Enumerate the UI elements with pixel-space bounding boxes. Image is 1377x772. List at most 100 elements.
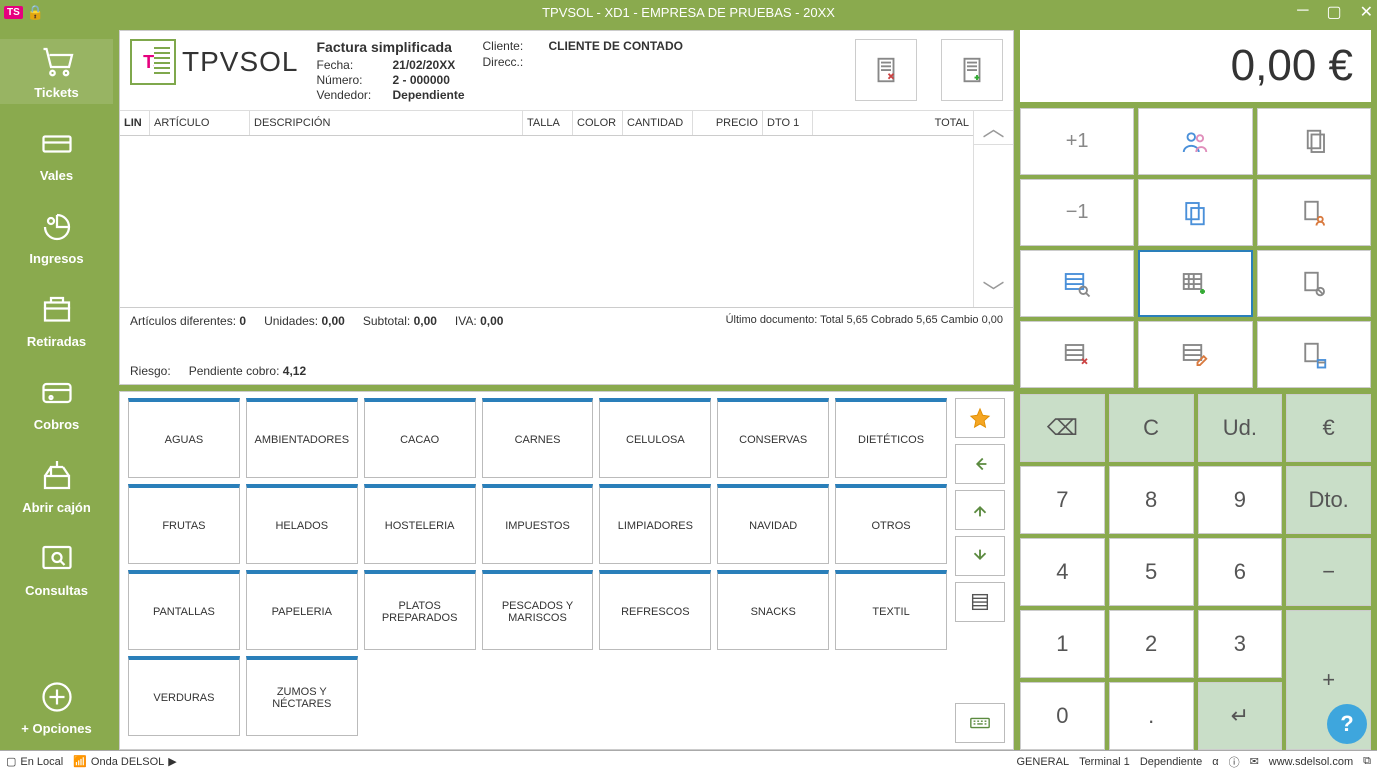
key-2[interactable]: 2	[1109, 610, 1194, 678]
titlebar: TS 🔒 TPVSOL - XD1 - EMPRESA DE PRUEBAS -…	[0, 0, 1377, 24]
category-tile[interactable]: IMPUESTOS	[482, 484, 594, 564]
categories-panel: AGUASAMBIENTADORESCACAOCARNESCELULOSACON…	[119, 391, 1014, 750]
key-7[interactable]: 7	[1020, 466, 1105, 534]
category-tile[interactable]: AGUAS	[128, 398, 240, 478]
category-tile[interactable]: FRUTAS	[128, 484, 240, 564]
maximize-button[interactable]: ▢	[1326, 2, 1341, 22]
category-tile[interactable]: SNACKS	[717, 570, 829, 650]
key-minus[interactable]: −	[1286, 538, 1371, 606]
statusbar: ▢ En Local 📶 Onda DELSOL ▶ GENERAL Termi…	[0, 750, 1377, 772]
alpha-icon[interactable]: α	[1212, 756, 1218, 768]
key-clear[interactable]: C	[1109, 394, 1194, 462]
category-tile[interactable]: PLATOS PREPARADOS	[364, 570, 476, 650]
category-tile[interactable]: ZUMOS Y NÉCTARES	[246, 656, 358, 736]
col-dto: DTO 1	[763, 111, 813, 135]
col-color: COLOR	[573, 111, 623, 135]
key-1[interactable]: 1	[1020, 610, 1105, 678]
key-3[interactable]: 3	[1198, 610, 1283, 678]
value-fecha: 21/02/20XX	[392, 58, 464, 72]
external-icon[interactable]: ⧉	[1363, 755, 1371, 768]
category-tile[interactable]: PANTALLAS	[128, 570, 240, 650]
customer-button[interactable]	[1138, 108, 1252, 175]
category-tile[interactable]: CONSERVAS	[717, 398, 829, 478]
sidebar-item-vales[interactable]: Vales	[0, 122, 113, 187]
category-tile[interactable]: PAPELERIA	[246, 570, 358, 650]
key-euro[interactable]: €	[1286, 394, 1371, 462]
status-url[interactable]: www.sdelsol.com	[1269, 756, 1353, 768]
sidebar-label: Abrir cajón	[22, 500, 91, 515]
status-onda[interactable]: 📶 Onda DELSOL ▶	[73, 755, 177, 768]
col-descripcion: DESCRIPCIÓN	[250, 111, 523, 135]
sidebar-item-consultas[interactable]: Consultas	[0, 537, 113, 602]
category-tile[interactable]: VERDURAS	[128, 656, 240, 736]
mail-icon[interactable]: ✉	[1250, 755, 1259, 768]
category-tile[interactable]: CELULOSA	[599, 398, 711, 478]
sidebar-item-tickets[interactable]: Tickets	[0, 39, 113, 104]
category-tile[interactable]: OTROS	[835, 484, 947, 564]
nav-up-button[interactable]	[955, 490, 1005, 530]
qty-minus-button[interactable]: −1	[1020, 179, 1134, 246]
new-ticket-button[interactable]	[941, 39, 1003, 101]
key-0[interactable]: 0	[1020, 682, 1105, 750]
ticket-panel: Ts TPVSOL Factura simplificada Fecha:21/…	[119, 30, 1014, 385]
category-tile[interactable]: LIMPIADORES	[599, 484, 711, 564]
key-backspace[interactable]: ⌫	[1020, 394, 1105, 462]
receipt-user-button[interactable]	[1257, 179, 1371, 246]
block-receipt-button[interactable]	[1257, 250, 1371, 317]
value-art-dif: 0	[239, 314, 246, 328]
key-4[interactable]: 4	[1020, 538, 1105, 606]
col-total: TOTAL	[813, 111, 973, 135]
help-button[interactable]: ?	[1327, 704, 1367, 744]
value-cliente: CLIENTE DE CONTADO	[549, 39, 683, 53]
close-button[interactable]: ✕	[1360, 2, 1373, 22]
table-body[interactable]	[120, 136, 973, 307]
sidebar-item-retiradas[interactable]: Retiradas	[0, 288, 113, 353]
category-tile[interactable]: DIETÉTICOS	[835, 398, 947, 478]
key-dot[interactable]: .	[1109, 682, 1194, 750]
save-receipt-button[interactable]	[1257, 321, 1371, 388]
category-tile[interactable]: REFRESCOS	[599, 570, 711, 650]
key-enter[interactable]: ↵	[1198, 682, 1283, 750]
category-tile[interactable]: NAVIDAD	[717, 484, 829, 564]
category-tile[interactable]: PESCADOS Y MARISCOS	[482, 570, 594, 650]
invoice-meta: Factura simplificada Fecha:21/02/20XX Nú…	[316, 39, 464, 102]
key-units[interactable]: Ud.	[1198, 394, 1283, 462]
qty-plus-button[interactable]: +1	[1020, 108, 1134, 175]
sidebar-item-opciones[interactable]: + Opciones	[0, 675, 113, 740]
edit-line-button[interactable]	[1138, 321, 1252, 388]
key-9[interactable]: 9	[1198, 466, 1283, 534]
list-view-button[interactable]	[955, 582, 1005, 622]
table-header: LIN ARTÍCULO DESCRIPCIÓN TALLA COLOR CAN…	[120, 111, 973, 136]
sidebar-item-ingresos[interactable]: Ingresos	[0, 205, 113, 270]
key-discount[interactable]: Dto.	[1286, 466, 1371, 534]
category-tile[interactable]: TEXTIL	[835, 570, 947, 650]
favorites-button[interactable]	[955, 398, 1005, 438]
key-8[interactable]: 8	[1109, 466, 1194, 534]
copy-ticket-button[interactable]	[1257, 108, 1371, 175]
category-tile[interactable]: AMBIENTADORES	[246, 398, 358, 478]
nav-down-button[interactable]	[955, 536, 1005, 576]
category-tile[interactable]: HOSTELERIA	[364, 484, 476, 564]
invoice-type: Factura simplificada	[316, 39, 464, 55]
category-tile[interactable]: CARNES	[482, 398, 594, 478]
info-icon[interactable]: ⓘ	[1229, 754, 1240, 770]
delete-line-button[interactable]	[1020, 321, 1134, 388]
nav-back-button[interactable]	[955, 444, 1005, 484]
col-lin: LIN	[120, 111, 150, 135]
label-cliente: Cliente:	[483, 39, 543, 53]
scroll-down-button[interactable]: ﹀	[974, 275, 1013, 308]
sidebar-item-cobros[interactable]: Cobros	[0, 371, 113, 436]
keyboard-button[interactable]	[955, 703, 1005, 743]
sidebar-item-abrir-cajon[interactable]: Abrir cajón	[0, 454, 113, 519]
category-tile[interactable]: HELADOS	[246, 484, 358, 564]
scroll-up-button[interactable]: ︿	[974, 111, 1013, 145]
minimize-button[interactable]: ─	[1297, 2, 1308, 22]
label-fecha: Fecha:	[316, 58, 386, 72]
duplicate-button[interactable]	[1138, 179, 1252, 246]
category-tile[interactable]: CACAO	[364, 398, 476, 478]
key-5[interactable]: 5	[1109, 538, 1194, 606]
search-list-button[interactable]	[1020, 250, 1134, 317]
add-line-button[interactable]	[1138, 250, 1252, 317]
delete-ticket-button[interactable]	[855, 39, 917, 101]
key-6[interactable]: 6	[1198, 538, 1283, 606]
